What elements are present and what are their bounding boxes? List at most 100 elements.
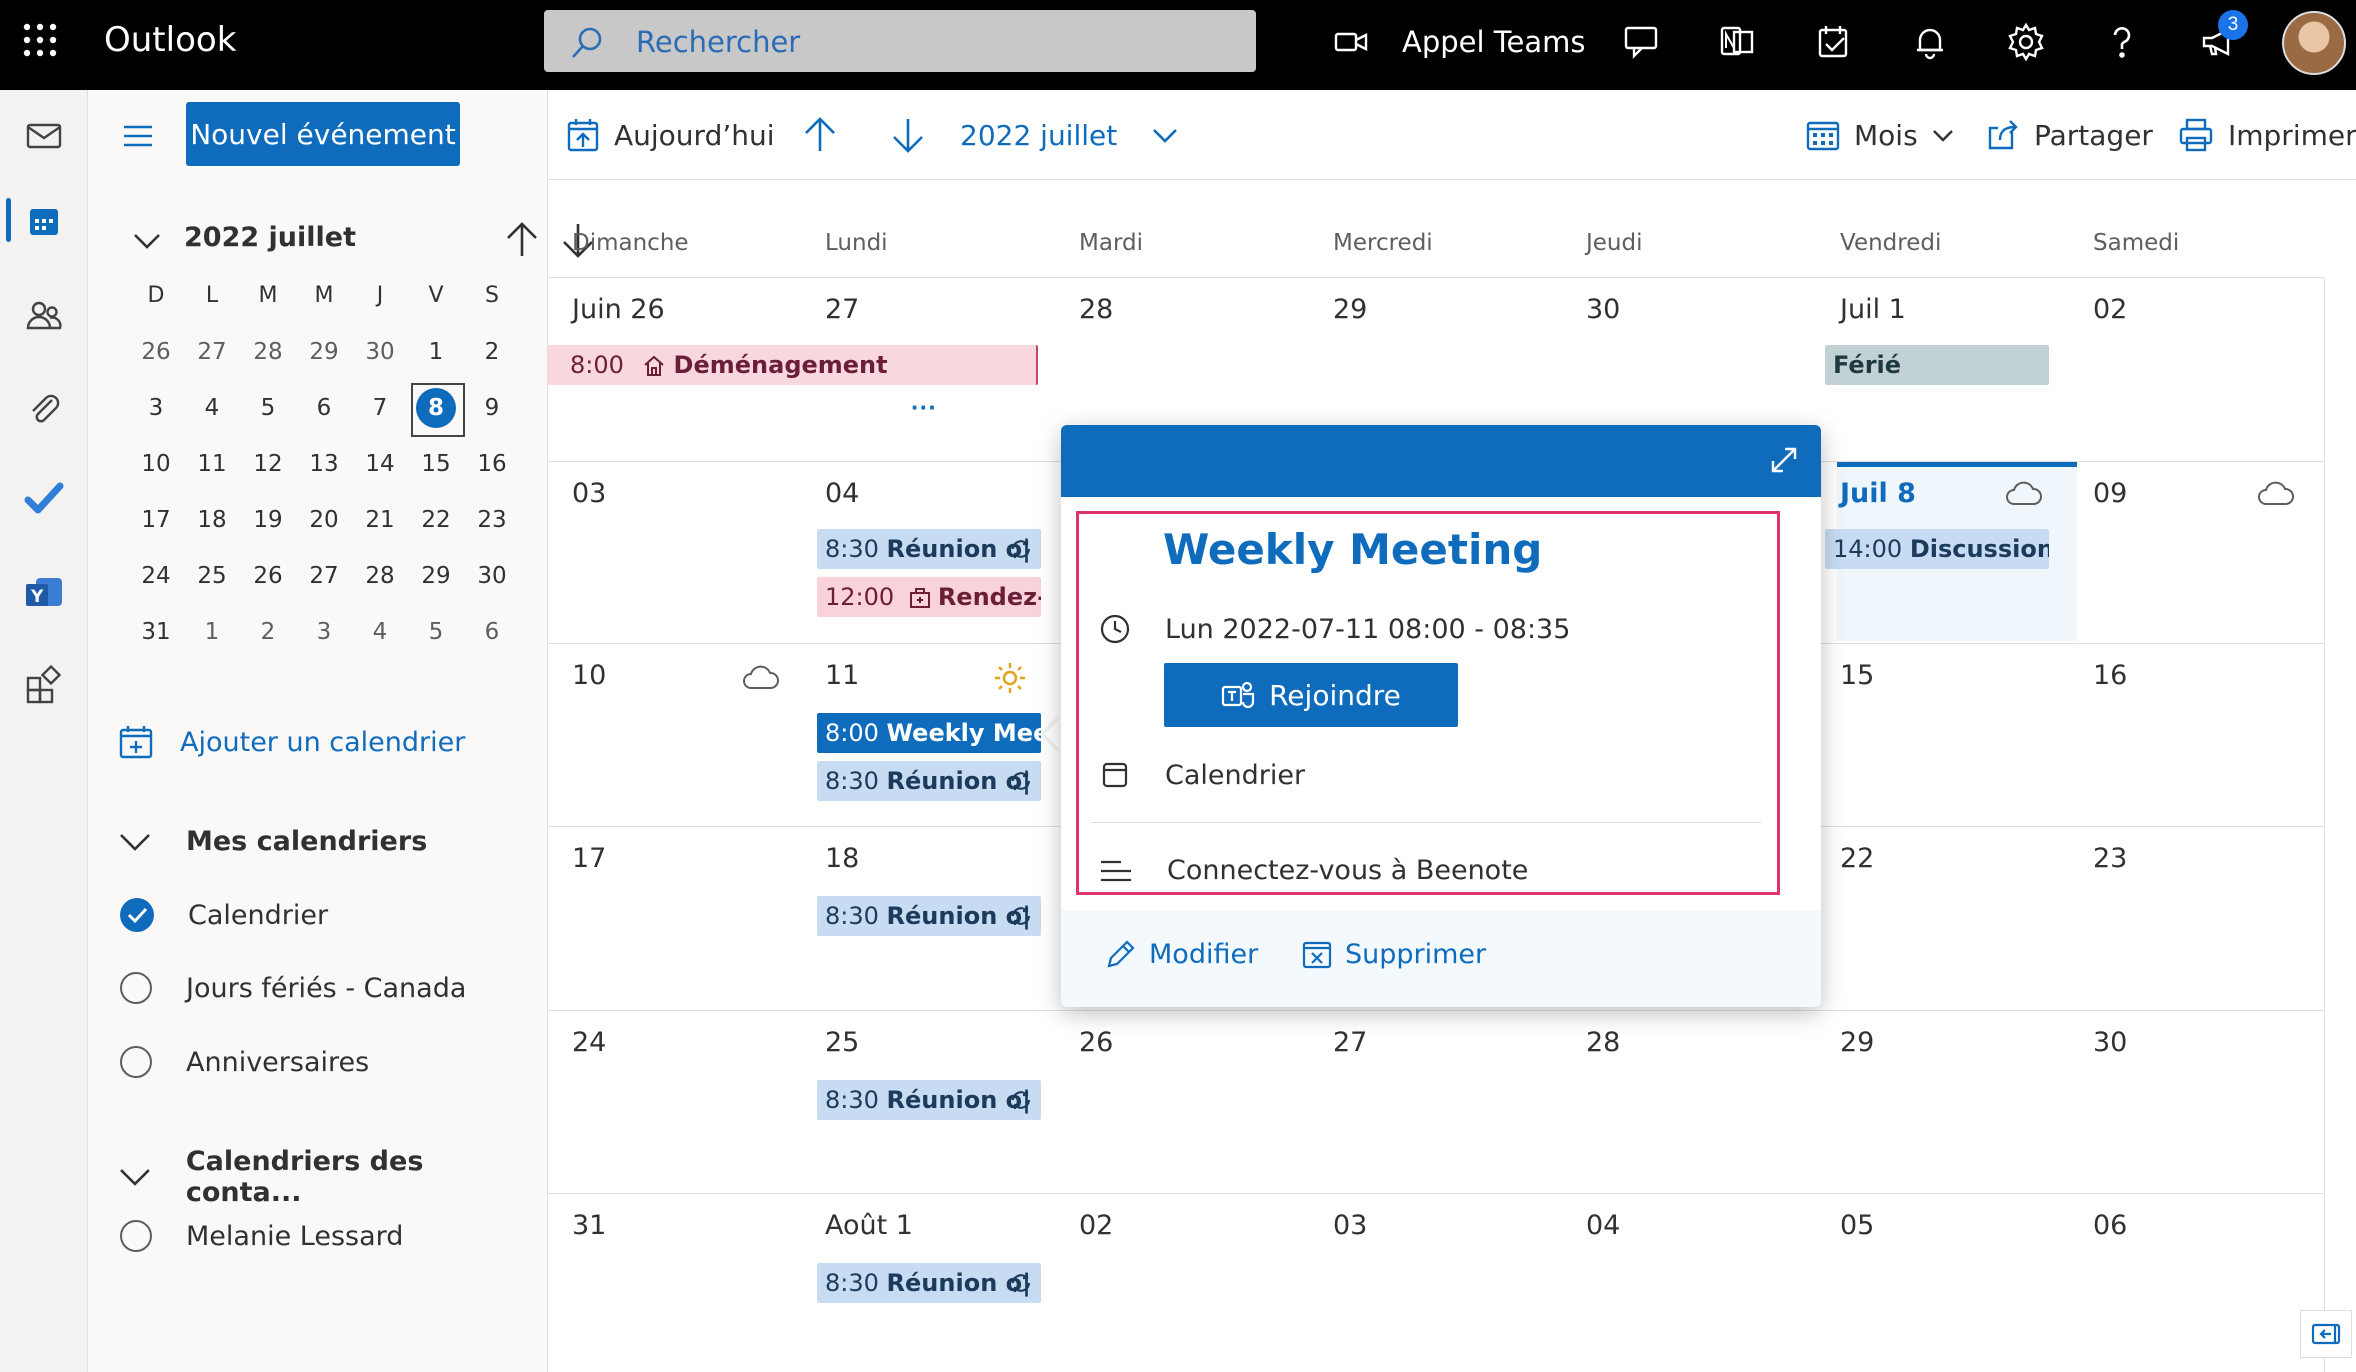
print-button[interactable]: Imprimer <box>2178 112 2356 158</box>
day-number[interactable]: 22 <box>1840 843 1874 874</box>
app-brand[interactable]: Outlook <box>104 20 236 60</box>
day-number[interactable]: Août 1 <box>825 1210 913 1241</box>
mini-day[interactable]: 27 <box>184 324 240 380</box>
add-calendar-link[interactable]: Ajouter un calendrier <box>118 724 465 760</box>
day-number[interactable]: 18 <box>825 843 859 874</box>
mini-day[interactable]: 1 <box>408 324 464 380</box>
mini-day[interactable]: 7 <box>352 380 408 436</box>
today-button[interactable]: Aujourd’hui <box>566 112 775 158</box>
event-discussion[interactable]: 14:00 Discussion su <box>1825 529 2049 569</box>
day-number[interactable]: 15 <box>1840 660 1874 691</box>
mini-day[interactable]: 2 <box>240 604 296 660</box>
new-event-button[interactable]: Nouvel événement <box>186 102 460 166</box>
my-calendars-group[interactable]: Mes calendriers <box>118 826 427 857</box>
yammer-icon[interactable]: Y <box>22 570 66 614</box>
attachment-icon[interactable] <box>22 386 66 430</box>
unchecked-circle-icon[interactable] <box>120 1046 152 1078</box>
day-number[interactable]: 03 <box>1333 1210 1367 1241</box>
calendar-item-birthdays[interactable]: Anniversaires <box>120 1046 369 1078</box>
arrow-up-icon[interactable] <box>504 220 540 260</box>
mini-day[interactable]: 1 <box>184 604 240 660</box>
mini-day[interactable]: 4 <box>352 604 408 660</box>
day-number[interactable]: 02 <box>2093 294 2127 325</box>
mini-day[interactable]: 10 <box>128 436 184 492</box>
event-weekly-meeting-selected[interactable]: 8:00 Weekly Meetir <box>817 713 1041 753</box>
day-number[interactable]: 05 <box>1840 1210 1874 1241</box>
day-number[interactable]: 27 <box>1333 1027 1367 1058</box>
delete-event-button[interactable]: Supprimer <box>1301 938 1486 970</box>
day-number[interactable]: 30 <box>2093 1027 2127 1058</box>
more-events-button[interactable]: ··· <box>911 392 937 423</box>
mini-day[interactable]: 25 <box>184 548 240 604</box>
mini-day[interactable]: 29 <box>296 324 352 380</box>
mini-day[interactable]: 22 <box>408 492 464 548</box>
day-number[interactable]: 28 <box>1586 1027 1620 1058</box>
day-number[interactable]: 02 <box>1079 1210 1113 1241</box>
search-placeholder[interactable]: Rechercher <box>636 25 800 59</box>
event-rendez-vous[interactable]: 12:00 Rendez-v <box>817 577 1041 617</box>
mini-day[interactable]: 28 <box>240 324 296 380</box>
bell-icon[interactable] <box>1910 22 1950 62</box>
mini-day[interactable]: 26 <box>240 548 296 604</box>
mini-day[interactable]: 9 <box>464 380 520 436</box>
mail-icon[interactable] <box>22 114 66 158</box>
event-demenagement[interactable]: 8:00 Déménagement <box>548 345 1038 385</box>
mini-day[interactable]: 27 <box>296 548 352 604</box>
mini-day[interactable]: 4 <box>184 380 240 436</box>
day-number[interactable]: 17 <box>572 843 606 874</box>
mini-day[interactable]: 24 <box>128 548 184 604</box>
mini-day[interactable]: 12 <box>240 436 296 492</box>
mini-day[interactable]: 23 <box>464 492 520 548</box>
event-reunion[interactable]: 8:30 Réunion o| <box>817 529 1041 569</box>
day-number[interactable]: 24 <box>572 1027 606 1058</box>
month-picker-button[interactable]: 2022 juillet <box>946 112 1179 158</box>
calendar-item-contact[interactable]: Melanie Lessard <box>120 1220 403 1252</box>
view-switcher-button[interactable]: Mois <box>1806 112 1954 158</box>
apps-icon[interactable] <box>22 664 66 708</box>
mini-day[interactable]: 30 <box>352 324 408 380</box>
mini-day[interactable]: 14 <box>352 436 408 492</box>
day-number[interactable]: 06 <box>2093 1210 2127 1241</box>
unchecked-circle-icon[interactable] <box>120 1220 152 1252</box>
event-reunion[interactable]: 8:30 Réunion o| <box>817 1080 1041 1120</box>
avatar[interactable] <box>2282 11 2346 75</box>
day-number[interactable]: 26 <box>1079 1027 1113 1058</box>
onenote-icon[interactable] <box>1718 22 1758 62</box>
event-holiday[interactable]: Férié <box>1825 345 2049 385</box>
mini-day[interactable]: 26 <box>128 324 184 380</box>
mini-day[interactable]: 30 <box>464 548 520 604</box>
expand-icon[interactable] <box>1769 445 1799 475</box>
mini-day[interactable]: 5 <box>240 380 296 436</box>
gear-icon[interactable] <box>2006 22 2046 62</box>
help-icon[interactable] <box>2102 22 2142 62</box>
mini-calendar-title[interactable]: 2022 juillet <box>184 222 356 253</box>
todo-icon[interactable] <box>1814 22 1854 62</box>
day-number[interactable]: 10 <box>572 660 606 691</box>
day-number[interactable]: 27 <box>825 294 859 325</box>
mini-day[interactable]: 6 <box>464 604 520 660</box>
day-number[interactable]: 29 <box>1840 1027 1874 1058</box>
day-number[interactable]: 16 <box>2093 660 2127 691</box>
checked-circle-icon[interactable] <box>120 898 154 932</box>
day-number[interactable]: 11 <box>825 660 859 691</box>
mini-day[interactable]: 21 <box>352 492 408 548</box>
mini-day[interactable]: 29 <box>408 548 464 604</box>
mini-day[interactable]: 15 <box>408 436 464 492</box>
mini-day[interactable]: 20 <box>296 492 352 548</box>
calendar-item-calendrier[interactable]: Calendrier <box>120 898 328 932</box>
mini-day[interactable]: 16 <box>464 436 520 492</box>
day-number[interactable]: 29 <box>1333 294 1367 325</box>
event-reunion[interactable]: 8:30 Réunion o| <box>817 1263 1041 1303</box>
calendar-item-holidays[interactable]: Jours fériés - Canada <box>120 972 466 1004</box>
mini-day-today[interactable]: 8 <box>408 380 465 437</box>
contacts-calendars-group[interactable]: Calendriers des conta... <box>118 1146 547 1208</box>
mini-day[interactable]: 17 <box>128 492 184 548</box>
mini-day[interactable]: 2 <box>464 324 520 380</box>
previous-month-button[interactable] <box>802 112 838 158</box>
collapse-pane-button[interactable] <box>2300 1310 2352 1358</box>
next-month-button[interactable] <box>890 112 926 158</box>
mini-day[interactable]: 3 <box>128 380 184 436</box>
mini-day[interactable]: 3 <box>296 604 352 660</box>
day-number[interactable]: 04 <box>1586 1210 1620 1241</box>
calendar-icon[interactable] <box>22 200 66 244</box>
